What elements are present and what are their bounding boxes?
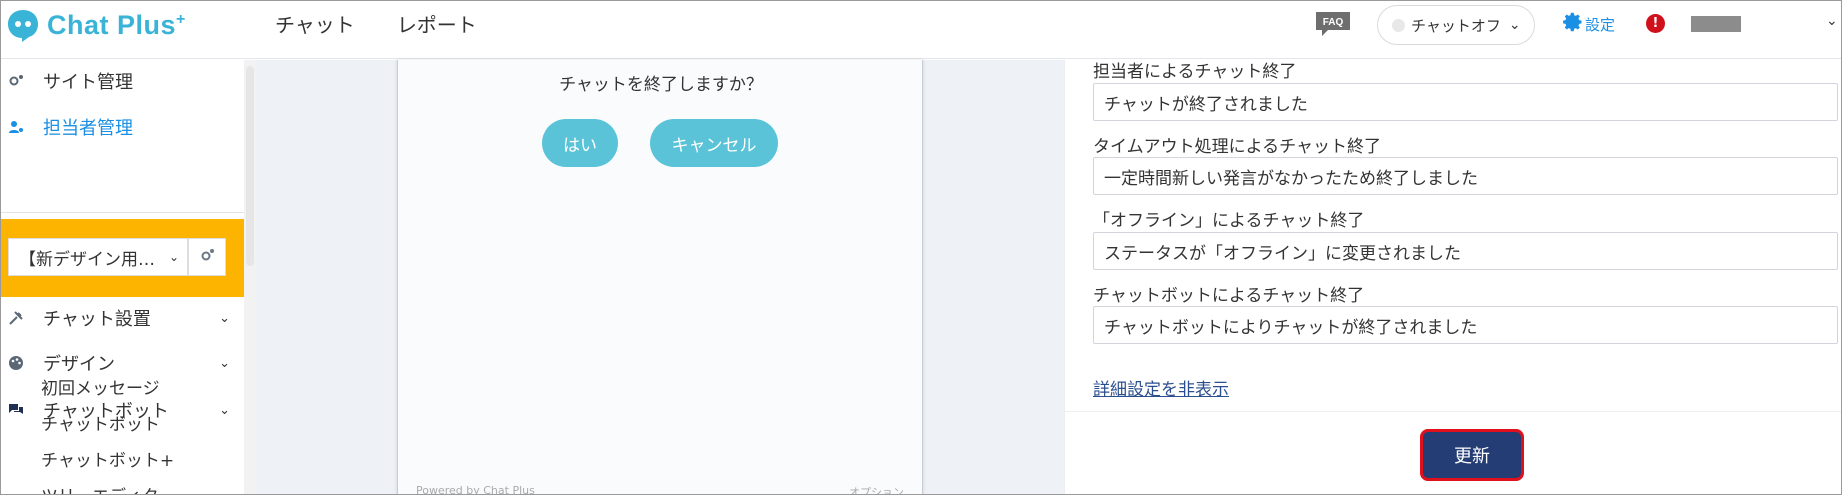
field-input-chatbot-end[interactable]: チャットボットによりチャットが終了されました — [1093, 306, 1838, 344]
nav-report[interactable]: レポート — [397, 9, 477, 38]
powered-by-text: Powered by Chat Plus — [416, 484, 535, 495]
sidebar-sub-chatbot-plus[interactable]: チャットボット+ — [41, 446, 174, 471]
sidebar: サイト管理 担当者管理 【新デザイン用… ⌄ チャット設置 ⌄ デザイン ⌄ チ… — [1, 60, 244, 494]
field-input-timeout-end[interactable]: 一定時間新しい発言がなかったため終了しました — [1093, 157, 1838, 195]
sidebar-sub-chatbot[interactable]: チャットボット — [41, 410, 160, 435]
site-select-value: 【新デザイン用… — [19, 249, 155, 270]
sidebar-sub-first-message[interactable]: 初回メッセージ — [41, 374, 160, 399]
hide-advanced-settings-link[interactable]: 詳細設定を非表示 — [1093, 375, 1229, 400]
sidebar-sub-tree-editor[interactable]: ツリーエディタ — [41, 482, 159, 494]
sidebar-item-site-management[interactable]: サイト管理 — [1, 61, 244, 101]
main-nav: チャット レポート — [275, 9, 477, 38]
field-label-offline-end: 「オフライン」によるチャット終了 — [1093, 211, 1365, 231]
site-selector-box: 【新デザイン用… ⌄ — [1, 219, 244, 297]
field-label-chatbot-end: チャットボットによるチャット終了 — [1093, 286, 1365, 306]
sidebar-scrollbar[interactable] — [244, 60, 256, 494]
palette-icon — [7, 354, 25, 372]
sidebar-section-label: チャット設置 — [43, 309, 151, 330]
status-label: チャットオフ — [1411, 16, 1501, 35]
alert-icon[interactable]: ! — [1646, 14, 1665, 33]
sidebar-section-chat-install[interactable]: チャット設置 ⌄ — [1, 298, 244, 338]
app-name: Chat Plus+ — [47, 9, 186, 40]
form-divider — [1064, 411, 1841, 412]
chat-bubble-logo-icon — [5, 7, 41, 43]
app-frame: Chat Plus+ チャット レポート FAQ チャットオフ ⌄ 設定 ! ⌄… — [0, 0, 1842, 495]
user-menu-chevron-icon[interactable]: ⌄ — [1826, 13, 1838, 29]
settings-link[interactable]: 設定 — [1561, 10, 1615, 38]
sidebar-section-label: デザイン — [43, 354, 115, 375]
chevron-down-icon: ⌄ — [219, 310, 230, 326]
gear-icon — [1561, 10, 1585, 38]
scrollbar-thumb[interactable] — [246, 66, 254, 266]
cancel-button[interactable]: キャンセル — [650, 119, 778, 167]
gear-icon — [199, 247, 215, 267]
app-logo[interactable]: Chat Plus+ — [5, 5, 186, 45]
field-label-staff-end: 担当者によるチャット終了 — [1093, 62, 1297, 82]
faq-icon[interactable]: FAQ — [1314, 10, 1352, 36]
settings-label: 設定 — [1585, 15, 1616, 34]
yes-button[interactable]: はい — [542, 119, 618, 167]
chat-status-select[interactable]: チャットオフ ⌄ — [1377, 5, 1535, 45]
end-chat-question: チャットを終了しますか？ — [559, 75, 763, 95]
site-select[interactable]: 【新デザイン用… ⌄ — [8, 238, 188, 276]
status-dot-icon — [1392, 18, 1405, 32]
chevron-down-icon: ⌄ — [168, 250, 179, 264]
chat-bubbles-icon — [7, 401, 25, 419]
field-label-timeout-end: タイムアウト処理によるチャット終了 — [1093, 137, 1381, 157]
chevron-down-icon: ⌄ — [219, 355, 230, 371]
chat-preview-window: チャットを終了しますか？ はい キャンセル Powered by Chat Pl… — [397, 60, 923, 495]
chevron-down-icon: ⌄ — [1508, 17, 1521, 33]
sidebar-divider — [1, 212, 244, 213]
update-button[interactable]: 更新 — [1420, 429, 1524, 481]
user-gear-icon — [7, 118, 25, 136]
field-input-offline-end[interactable]: ステータスが「オフライン」に変更されました — [1093, 232, 1838, 270]
sidebar-item-staff-management[interactable]: 担当者管理 — [1, 107, 244, 147]
field-input-staff-end[interactable]: チャットが終了されました — [1093, 83, 1838, 121]
sidebar-item-label: 担当者管理 — [43, 118, 133, 139]
tools-icon — [7, 309, 25, 327]
gear-people-icon — [7, 72, 25, 90]
sidebar-item-label: サイト管理 — [43, 72, 133, 93]
chevron-down-icon: ⌄ — [219, 402, 230, 418]
svg-text:FAQ: FAQ — [1323, 17, 1344, 28]
site-settings-button[interactable] — [188, 238, 226, 276]
option-link[interactable]: オプション — [849, 484, 904, 494]
top-header: Chat Plus+ チャット レポート FAQ チャットオフ ⌄ 設定 ! ⌄ — [1, 1, 1841, 59]
nav-chat[interactable]: チャット — [275, 9, 355, 38]
user-name-masked[interactable] — [1691, 16, 1741, 32]
